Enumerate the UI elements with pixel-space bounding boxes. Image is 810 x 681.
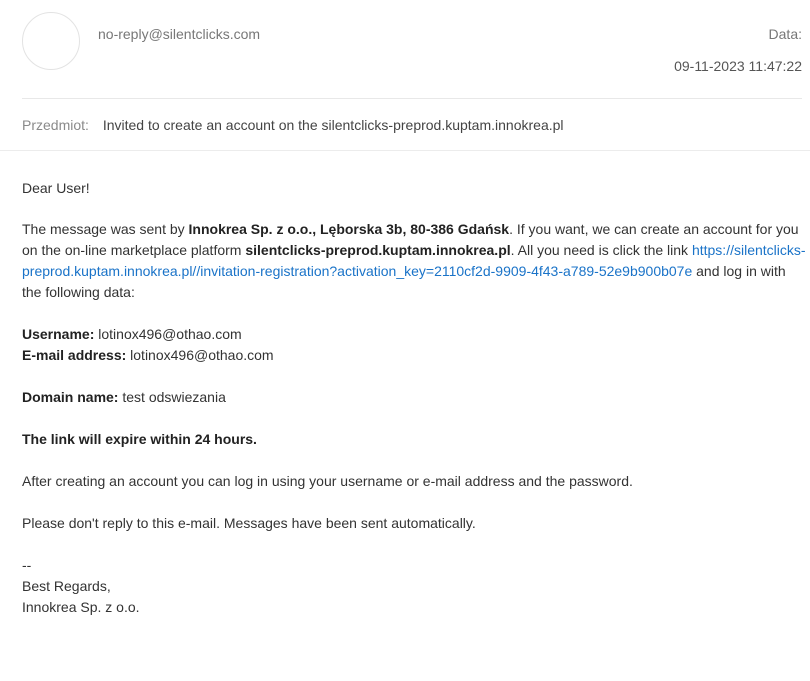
signature-company: Innokrea Sp. z o.o. — [22, 599, 140, 615]
header-divider — [22, 98, 802, 99]
email-value: lotinox496@othao.com — [126, 347, 274, 363]
signature-regards: Best Regards, — [22, 578, 111, 594]
sender-email: no-reply@silentclicks.com — [98, 26, 261, 42]
username-label: Username: — [22, 326, 95, 342]
subject-value: Invited to create an account on the sile… — [102, 117, 564, 133]
date-value: 09-11-2023 11:47:22 — [674, 58, 802, 74]
date-label: Data: — [768, 26, 802, 42]
signature-separator: -- — [22, 557, 32, 573]
intro-text-3: . All you need is click the link — [510, 242, 692, 258]
subject-divider — [0, 150, 810, 151]
noreply-line: Please don't reply to this e-mail. Messa… — [22, 515, 476, 531]
greeting: Dear User! — [22, 180, 90, 196]
intro-text-1: The message was sent by — [22, 221, 189, 237]
email-label: E-mail address: — [22, 347, 127, 363]
expiry-line: The link will expire within 24 hours. — [22, 429, 806, 450]
email-line: E-mail address: lotinox496@othao.com — [22, 345, 806, 366]
company-address: Innokrea Sp. z o.o., Lęborska 3b, 80-386… — [188, 221, 510, 237]
platform-name: silentclicks-preprod.kuptam.innokrea.pl — [245, 242, 511, 258]
sender-avatar — [22, 12, 80, 70]
username-value: lotinox496@othao.com — [94, 326, 242, 342]
domain-label: Domain name: — [22, 389, 119, 405]
domain-value: test odswiezania — [118, 389, 226, 405]
email-body: Dear User! The message was sent by Innok… — [22, 178, 806, 618]
intro-paragraph: The message was sent by Innokrea Sp. z o… — [22, 219, 806, 303]
domain-line: Domain name: test odswiezania — [22, 387, 806, 408]
email-header: no-reply@silentclicks.com Data: 09-11-20… — [0, 0, 810, 98]
username-line: Username: lotinox496@othao.com — [22, 324, 806, 345]
subject-row: Przedmiot: Invited to create an account … — [22, 117, 564, 133]
date-block: Data: 09-11-2023 11:47:22 — [674, 26, 802, 74]
subject-label: Przedmiot: — [22, 117, 89, 133]
expiry-text: The link will expire within 24 hours. — [22, 431, 257, 447]
after-line: After creating an account you can log in… — [22, 473, 633, 489]
